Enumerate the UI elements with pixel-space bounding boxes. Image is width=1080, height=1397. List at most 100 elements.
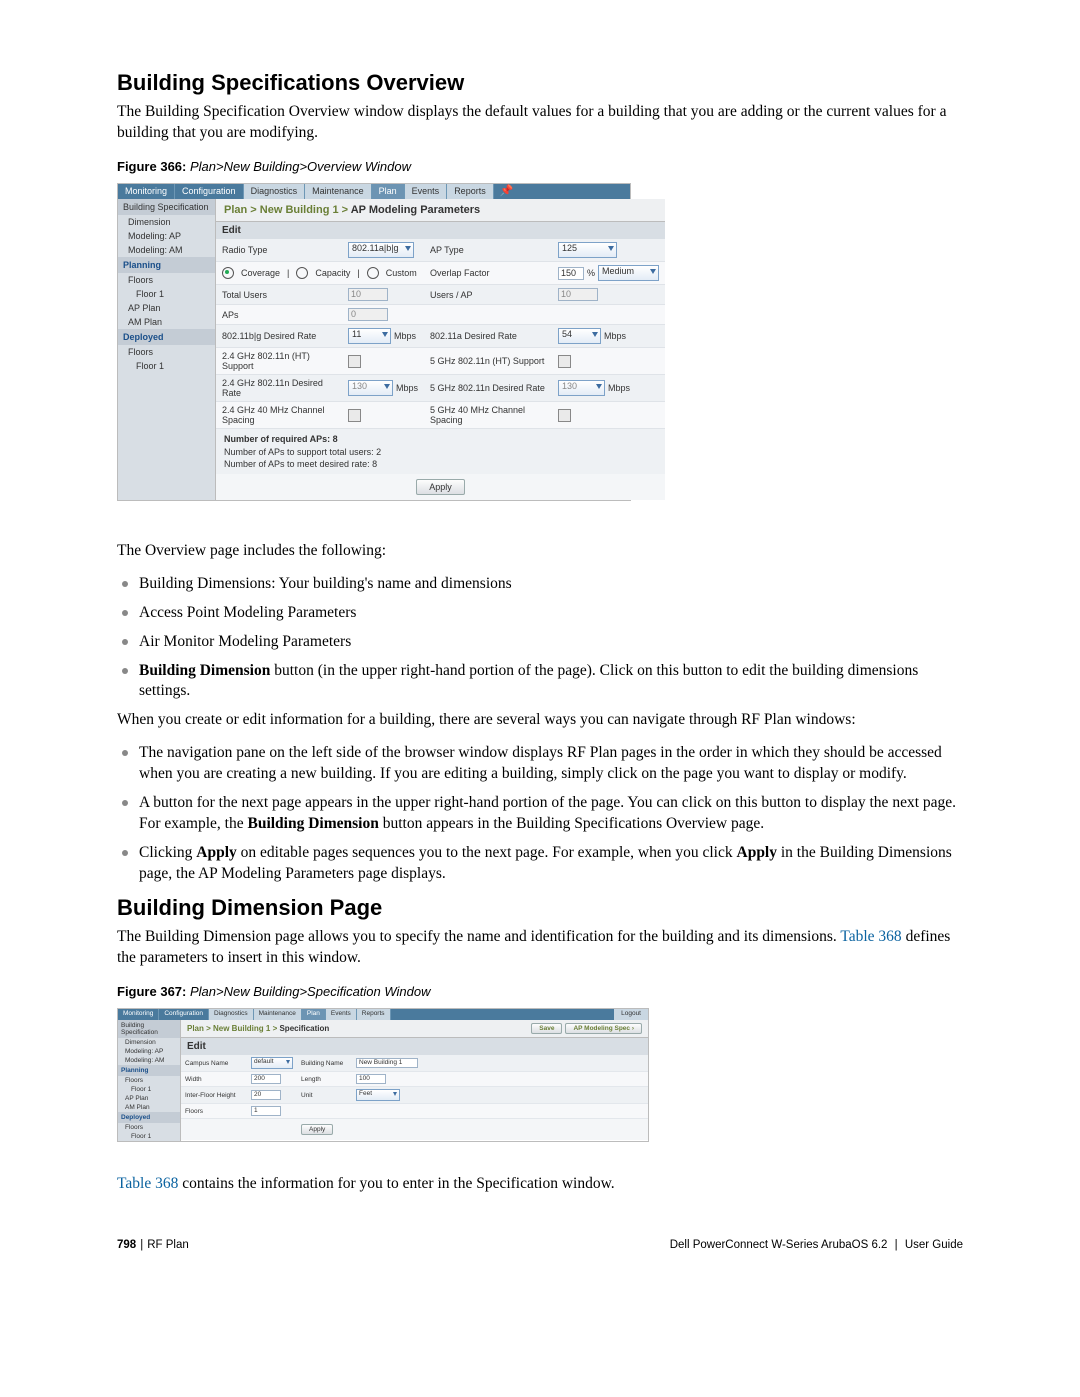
form-area: Radio Type 802.11a|b|g AP Type 125 Cover… bbox=[216, 239, 665, 499]
label-capacity: Capacity bbox=[315, 268, 350, 278]
check-24-40-sp[interactable] bbox=[348, 409, 361, 422]
sidebar-item-floors[interactable]: Floors bbox=[118, 273, 215, 287]
sidebar-item-floors-2[interactable]: Floors bbox=[118, 1076, 180, 1085]
link-table-368[interactable]: Table 368 bbox=[840, 928, 901, 945]
tab-reports-2[interactable]: Reports bbox=[357, 1009, 391, 1020]
para-intro-1: The Building Specification Overview wind… bbox=[117, 102, 963, 144]
sidebar-item-dimension-2[interactable]: Dimension bbox=[118, 1038, 180, 1047]
bullet-nextpage-b: Building Dimension bbox=[247, 815, 378, 832]
ap-modeling-spec-button[interactable]: AP Modeling Spec › bbox=[565, 1023, 642, 1034]
label-aps: APs bbox=[216, 305, 342, 324]
select-a-rate[interactable]: 54 bbox=[558, 328, 601, 344]
check-5-40-sp[interactable] bbox=[558, 409, 571, 422]
tab-monitoring[interactable]: Monitoring bbox=[118, 184, 175, 199]
sidebar-item-deployed-floors[interactable]: Floors bbox=[118, 345, 215, 359]
apply-button[interactable]: Apply bbox=[416, 479, 465, 495]
required-aps-heading: Number of required APs: 8 bbox=[224, 433, 657, 445]
tab-diagnostics-2[interactable]: Diagnostics bbox=[209, 1009, 254, 1020]
label-unit: Unit bbox=[297, 1087, 352, 1103]
sidebar-hdr-buildspec-2: Building Specification bbox=[118, 1020, 180, 1038]
sidebar-item-deployed-floor1[interactable]: Floor 1 bbox=[118, 359, 215, 373]
tab-reports[interactable]: Reports bbox=[447, 184, 494, 199]
tab-events[interactable]: Events bbox=[405, 184, 448, 199]
breadcrumb-current: AP Modeling Parameters bbox=[351, 204, 480, 216]
para-overview-leadin: The Overview page includes the following… bbox=[117, 541, 963, 562]
sidebar-item-deployed-floors-2[interactable]: Floors bbox=[118, 1123, 180, 1132]
input-width[interactable]: 200 bbox=[251, 1074, 281, 1084]
select-bg-rate[interactable]: 11 bbox=[348, 328, 391, 344]
bullet-apmp: Access Point Modeling Parameters bbox=[117, 603, 963, 624]
page-footer: 798|RF Plan Dell PowerConnect W-Series A… bbox=[117, 1239, 963, 1251]
select-radio-type[interactable]: 802.11a|b|g bbox=[348, 242, 414, 258]
label-coverage: Coverage bbox=[241, 268, 280, 278]
sidebar-item-am-plan-2[interactable]: AM Plan bbox=[118, 1103, 180, 1112]
input-floors-count[interactable]: 1 bbox=[251, 1106, 281, 1116]
tab-monitoring-2[interactable]: Monitoring bbox=[118, 1009, 159, 1020]
tab-events-2[interactable]: Events bbox=[326, 1009, 357, 1020]
para-tableref2: Table 368 contains the information for y… bbox=[117, 1174, 963, 1195]
sidebar-hdr-buildspec: Building Specification bbox=[118, 199, 215, 215]
logout-button[interactable]: Logout bbox=[614, 1009, 648, 1020]
design-model-radios: Coverage | Capacity | Custom bbox=[216, 262, 424, 284]
bullet-apply-d: Apply bbox=[737, 844, 778, 861]
bullet-apply-a: Clicking bbox=[139, 844, 196, 861]
bullet-navpane: The navigation pane on the left side of … bbox=[117, 743, 963, 785]
tab-maintenance-2[interactable]: Maintenance bbox=[254, 1009, 302, 1020]
radio-custom[interactable] bbox=[367, 267, 379, 279]
unit-mbps-4: Mbps bbox=[608, 383, 630, 393]
footer-product: Dell PowerConnect W-Series ArubaOS 6.2 bbox=[670, 1239, 888, 1251]
bullet-list-overview: Building Dimensions: Your building's nam… bbox=[117, 574, 963, 703]
sidebar-hdr-deployed-2: Deployed bbox=[118, 1112, 180, 1123]
select-overlap-level[interactable]: Medium bbox=[598, 265, 659, 281]
label-24-40-sp: 2.4 GHz 40 MHz Channel Spacing bbox=[216, 402, 342, 428]
tab-configuration[interactable]: Configuration bbox=[175, 184, 244, 199]
figure-367-title: Plan>New Building>Specification Window bbox=[190, 984, 431, 999]
bullet-ammp: Air Monitor Modeling Parameters bbox=[117, 632, 963, 653]
tab-plan[interactable]: Plan bbox=[372, 184, 405, 199]
sidebar-item-ap-plan[interactable]: AP Plan bbox=[118, 301, 215, 315]
label-5-n-rate: 5 GHz 802.11n Desired Rate bbox=[424, 375, 552, 401]
bullet-list-nav: The navigation pane on the left side of … bbox=[117, 743, 963, 885]
input-length[interactable]: 100 bbox=[356, 1074, 386, 1084]
sidebar-item-am-plan[interactable]: AM Plan bbox=[118, 315, 215, 329]
sidebar-item-modeling-am-2[interactable]: Modeling: AM bbox=[118, 1056, 180, 1065]
sidebar-item-modeling-am[interactable]: Modeling: AM bbox=[118, 243, 215, 257]
select-unit[interactable]: Feet bbox=[356, 1089, 400, 1101]
label-bname: Building Name bbox=[297, 1055, 352, 1071]
select-ap-type[interactable]: 125 bbox=[558, 242, 617, 258]
para-nav-intro: When you create or edit information for … bbox=[117, 710, 963, 731]
breadcrumb: Plan > New Building 1 > AP Modeling Para… bbox=[216, 199, 665, 222]
check-24-ht[interactable] bbox=[348, 355, 361, 368]
sidebar-item-deployed-floor1-2[interactable]: Floor 1 bbox=[118, 1132, 180, 1141]
input-bname[interactable]: New Building 1 bbox=[356, 1058, 418, 1068]
sidebar-item-modeling-ap-2[interactable]: Modeling: AP bbox=[118, 1047, 180, 1056]
sidebar-item-floor1[interactable]: Floor 1 bbox=[118, 287, 215, 301]
sidebar-item-dimension[interactable]: Dimension bbox=[118, 215, 215, 229]
tab-diagnostics[interactable]: Diagnostics bbox=[244, 184, 306, 199]
label-overlap: Overlap Factor bbox=[424, 262, 552, 284]
label-ap-type: AP Type bbox=[424, 239, 552, 261]
tab-maintenance[interactable]: Maintenance bbox=[305, 184, 372, 199]
tab-plan-2[interactable]: Plan bbox=[302, 1009, 326, 1020]
check-5-ht[interactable] bbox=[558, 355, 571, 368]
sidebar-item-ap-plan-2[interactable]: AP Plan bbox=[118, 1094, 180, 1103]
select-campus[interactable]: default bbox=[251, 1057, 293, 1069]
input-ifh[interactable]: 20 bbox=[251, 1090, 281, 1100]
tab-configuration-2[interactable]: Configuration bbox=[159, 1009, 209, 1020]
sidebar-2: Building Specification Dimension Modelin… bbox=[118, 1020, 181, 1141]
footer-page-num: 798 bbox=[117, 1239, 136, 1251]
radio-capacity[interactable] bbox=[296, 267, 308, 279]
save-button[interactable]: Save bbox=[531, 1023, 562, 1034]
bullet-nextpage: A button for the next page appears in th… bbox=[117, 793, 963, 835]
apply-button-2[interactable]: Apply bbox=[301, 1124, 333, 1135]
input-overlap[interactable]: 150 bbox=[558, 267, 584, 280]
radio-coverage[interactable] bbox=[222, 267, 234, 279]
pin-icon[interactable]: 📌 bbox=[494, 184, 520, 199]
bullet-bdim: Building Dimensions: Your building's nam… bbox=[117, 574, 963, 595]
figure-366-label: Figure 366: bbox=[117, 159, 186, 174]
figure-366-title: Plan>New Building>Overview Window bbox=[190, 159, 411, 174]
label-24-n-rate: 2.4 GHz 802.11n Desired Rate bbox=[216, 375, 342, 401]
link-table-368-2[interactable]: Table 368 bbox=[117, 1175, 178, 1192]
sidebar-item-floor1-2[interactable]: Floor 1 bbox=[118, 1085, 180, 1094]
sidebar-item-modeling-ap[interactable]: Modeling: AP bbox=[118, 229, 215, 243]
